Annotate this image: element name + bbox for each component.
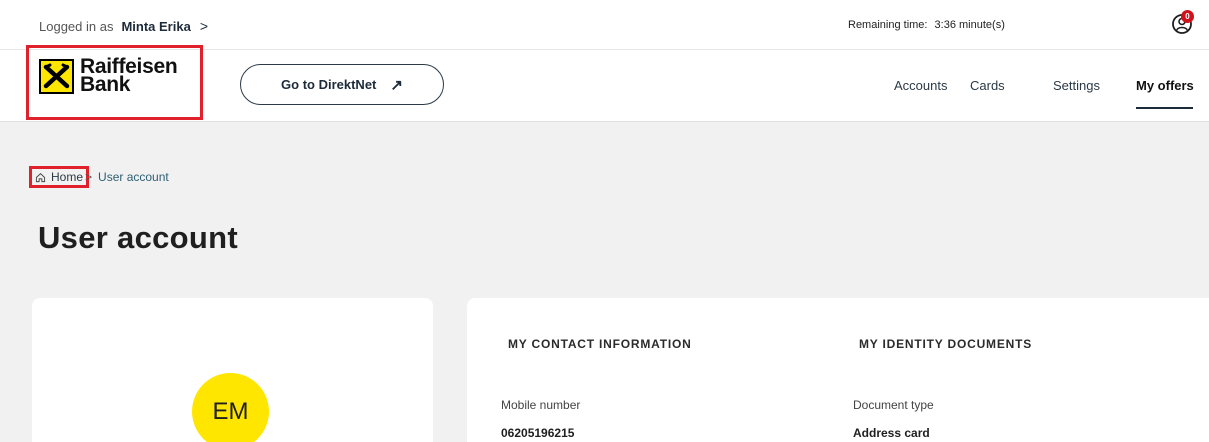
raiffeisen-logo[interactable]: Raiffeisen Bank <box>39 56 178 96</box>
logo-wordmark: Raiffeisen Bank <box>80 56 178 96</box>
active-nav-indicator <box>1136 107 1193 109</box>
breadcrumb-home[interactable]: Home <box>29 166 90 188</box>
raiffeisen-emblem-icon <box>39 58 74 94</box>
chevron-right-icon[interactable]: > <box>200 18 208 34</box>
go-to-direktnet-button[interactable]: Go to DirektNet ↗ <box>240 64 444 105</box>
remaining-time-value: 3:36 minute(s) <box>934 19 1005 31</box>
nav-cards[interactable]: Cards <box>970 78 1005 93</box>
home-icon <box>35 172 46 182</box>
session-timer: Remaining time: 3:36 minute(s) <box>848 19 1005 31</box>
logo-highlight[interactable]: Raiffeisen Bank <box>26 45 203 120</box>
arrow-up-right-icon: ↗ <box>390 76 403 94</box>
identity-section-title: MY IDENTITY DOCUMENTS <box>859 337 1033 351</box>
notification-badge: 0 <box>1181 10 1194 23</box>
remaining-time-label: Remaining time: <box>848 19 928 31</box>
document-type-label: Document type <box>853 398 934 412</box>
document-type-value: Address card <box>853 426 930 440</box>
profile-card: EM <box>32 298 433 442</box>
direktnet-label: Go to DirektNet <box>281 77 377 92</box>
nav-my-offers[interactable]: My offers <box>1136 78 1194 93</box>
logo-line-2: Bank <box>80 73 131 96</box>
breadcrumb-separator: > <box>85 170 93 184</box>
logged-in-label: Logged in as <box>39 18 114 34</box>
user-name[interactable]: Minta Erika <box>121 19 190 34</box>
logged-in-info[interactable]: Logged in as Minta Erika > <box>39 18 208 34</box>
nav-settings[interactable]: Settings <box>1053 78 1100 93</box>
main-header: Raiffeisen Bank Go to DirektNet ↗ Accoun… <box>0 45 1209 122</box>
page-title: User account <box>38 220 238 255</box>
account-details-card: MY CONTACT INFORMATION Mobile number 062… <box>467 298 1209 442</box>
mobile-number-value: 06205196215 <box>501 426 575 440</box>
breadcrumb-home-label: Home <box>51 170 84 184</box>
breadcrumb-current: User account <box>98 170 169 184</box>
mobile-number-label: Mobile number <box>501 398 581 412</box>
top-strip: Logged in as Minta Erika > Remaining tim… <box>0 0 1209 50</box>
nav-accounts[interactable]: Accounts <box>894 78 947 93</box>
breadcrumb: Home > User account <box>29 166 169 188</box>
user-profile-button[interactable]: 0 <box>1170 10 1196 36</box>
avatar: EM <box>192 373 269 442</box>
contact-section-title: MY CONTACT INFORMATION <box>508 337 692 351</box>
